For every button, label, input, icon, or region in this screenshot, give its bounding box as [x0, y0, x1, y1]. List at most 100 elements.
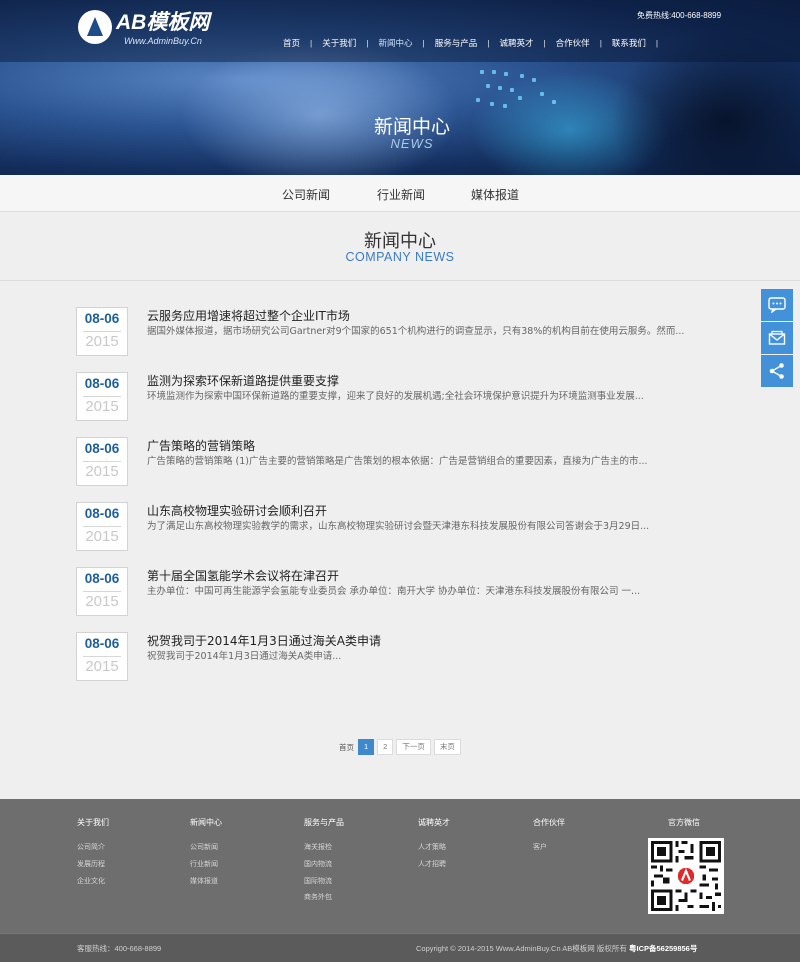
tab-industry-news[interactable]: 行业新闻	[377, 186, 425, 203]
footer-copyright: Copyright © 2014-2015 Www.AdminBuy.Cn AB…	[416, 943, 697, 954]
icp-number[interactable]: 粤ICP备56259856号	[629, 944, 697, 953]
footer-col-partners: 合作伙伴 客户	[533, 817, 565, 857]
footer-heading[interactable]: 新闻中心	[190, 817, 222, 828]
pagination-page-2[interactable]: 2	[377, 739, 394, 755]
logo-icon	[78, 10, 112, 44]
share-button[interactable]	[761, 355, 793, 387]
nav-careers[interactable]: 诚聘英才	[499, 37, 533, 49]
footer-link[interactable]: 企业文化	[77, 874, 109, 891]
footer-link[interactable]: 公司简介	[77, 840, 109, 857]
main-nav: 首页 | 关于我们 | 新闻中心 | 服务与产品 | 诚聘英才 | 合作伙伴 |…	[283, 36, 668, 50]
nav-news[interactable]: 新闻中心	[378, 37, 412, 49]
pagination-next[interactable]: 下一页	[396, 739, 431, 755]
news-year: 2015	[85, 593, 119, 610]
news-year: 2015	[85, 463, 119, 480]
footer-col-services: 服务与产品 海关报检 国内物流 国际物流 商务外包	[304, 817, 344, 907]
footer-heading[interactable]: 诚聘英才	[418, 817, 450, 828]
footer-link[interactable]: 人才招聘	[418, 857, 450, 874]
pagination-first[interactable]: 首页	[339, 742, 354, 753]
nav-partners[interactable]: 合作伙伴	[556, 37, 590, 49]
date-divider	[83, 526, 121, 527]
footer-link[interactable]: 发展历程	[77, 857, 109, 874]
news-title[interactable]: 云服务应用增速将超过整个企业IT市场	[147, 307, 350, 324]
footer-link[interactable]: 行业新闻	[190, 857, 222, 874]
message-button[interactable]	[761, 322, 793, 354]
footer-heading[interactable]: 合作伙伴	[533, 817, 565, 828]
share-icon	[769, 363, 784, 379]
nav-services[interactable]: 服务与产品	[435, 37, 478, 49]
news-item[interactable]: 08-06 2015 云服务应用增速将超过整个企业IT市场 据国外媒体报道，据市…	[76, 307, 716, 357]
logo-title: AB模板网	[116, 11, 210, 34]
news-title[interactable]: 监测为探索环保新道路提供重要支撑	[147, 372, 339, 389]
date-divider	[83, 331, 121, 332]
header-hotline: 免费热线:400-668-8899	[637, 11, 722, 20]
footer-link[interactable]: 人才策略	[418, 840, 450, 857]
date-divider	[83, 396, 121, 397]
footer-heading[interactable]: 关于我们	[77, 817, 109, 828]
footer-link[interactable]: 媒体报道	[190, 874, 222, 891]
nav-about[interactable]: 关于我们	[322, 37, 356, 49]
news-year: 2015	[85, 528, 119, 545]
footer-heading[interactable]: 服务与产品	[304, 817, 344, 828]
mail-icon	[768, 330, 786, 345]
footer-link[interactable]: 国内物流	[304, 857, 344, 874]
news-month-day: 08-06	[84, 376, 120, 391]
date-divider	[83, 591, 121, 592]
tab-media-reports[interactable]: 媒体报道	[471, 186, 519, 203]
section-divider	[0, 280, 800, 281]
nav-home[interactable]: 首页	[283, 37, 300, 49]
news-year: 2015	[85, 658, 119, 675]
chat-icon	[768, 297, 786, 313]
site-logo[interactable]: AB模板网 Www.AdminBuy.Cn	[78, 10, 238, 52]
footer-col-careers: 诚聘英才 人才策略 人才招聘	[418, 817, 450, 874]
section-subtitle: COMPANY NEWS	[345, 250, 455, 264]
logo-subtitle: Www.AdminBuy.Cn	[124, 36, 202, 46]
news-month-day: 08-06	[84, 506, 120, 521]
news-item[interactable]: 08-06 2015 祝贺我司于2014年1月3日通过海关A类申请 祝贺我司于2…	[76, 632, 716, 682]
news-title[interactable]: 广告策略的营销策略	[147, 437, 255, 454]
date-badge: 08-06 2015	[76, 632, 128, 681]
online-chat-button[interactable]	[761, 289, 793, 321]
footer-hotline: 客服热线：400-668-8899	[77, 944, 162, 953]
pagination-page-1[interactable]: 1	[358, 739, 375, 755]
date-badge: 08-06 2015	[76, 437, 128, 486]
pagination: 首页 1 2 下一页 末页	[339, 739, 464, 755]
qr-code-image	[648, 838, 724, 914]
pagination-last[interactable]: 末页	[433, 739, 461, 755]
copyright-text: Copyright © 2014-2015 Www.AdminBuy.Cn AB…	[416, 944, 627, 953]
news-summary: 祝贺我司于2014年1月3日通过海关A类申请...	[147, 651, 342, 662]
news-item[interactable]: 08-06 2015 监测为探索环保新道路提供重要支撑 环境监测作为探索中国环保…	[76, 372, 716, 422]
footer-link[interactable]: 公司新闻	[190, 840, 222, 857]
wechat-qr-code	[648, 838, 724, 914]
date-divider	[83, 656, 121, 657]
news-summary: 环境监测作为探索中国环保新道路的重要支撑，迎来了良好的发展机遇;全社会环境保护意…	[147, 391, 644, 402]
news-item[interactable]: 08-06 2015 山东高校物理实验研讨会顺利召开 为了满足山东高校物理实验教…	[76, 502, 716, 552]
tab-company-news[interactable]: 公司新闻	[282, 186, 330, 203]
news-item[interactable]: 08-06 2015 第十届全国氢能学术会议将在津召开 主办单位：中国可再生能源…	[76, 567, 716, 617]
nav-divider: |	[487, 38, 490, 48]
footer-col-about: 关于我们 公司简介 发展历程 企业文化	[77, 817, 109, 890]
wechat-heading: 官方微信	[668, 818, 700, 827]
nav-divider: |	[655, 38, 659, 48]
date-divider	[83, 461, 121, 462]
date-badge: 08-06 2015	[76, 502, 128, 551]
date-badge: 08-06 2015	[76, 372, 128, 421]
news-month-day: 08-06	[84, 311, 120, 326]
news-year: 2015	[85, 398, 119, 415]
nav-divider: |	[599, 38, 602, 48]
news-month-day: 08-06	[84, 441, 120, 456]
news-title[interactable]: 山东高校物理实验研讨会顺利召开	[147, 502, 327, 519]
footer-link[interactable]: 国际物流	[304, 874, 344, 891]
news-item[interactable]: 08-06 2015 广告策略的营销策略 广告策略的营销策略 (1)广告主要的营…	[76, 437, 716, 487]
nav-divider: |	[543, 38, 546, 48]
news-title[interactable]: 祝贺我司于2014年1月3日通过海关A类申请	[147, 632, 381, 649]
nav-divider: |	[310, 38, 313, 48]
date-badge: 08-06 2015	[76, 567, 128, 616]
news-summary: 主办单位：中国可再生能源学会氢能专业委员会 承办单位：南开大学 协办单位：天津港…	[147, 586, 641, 597]
footer-link[interactable]: 商务外包	[304, 890, 344, 907]
news-title[interactable]: 第十届全国氢能学术会议将在津召开	[147, 567, 339, 584]
nav-contact[interactable]: 联系我们	[612, 37, 646, 49]
footer-link[interactable]: 海关报检	[304, 840, 344, 857]
footer-link[interactable]: 客户	[533, 840, 565, 857]
category-tabs: 公司新闻 行业新闻 媒体报道	[0, 175, 800, 212]
